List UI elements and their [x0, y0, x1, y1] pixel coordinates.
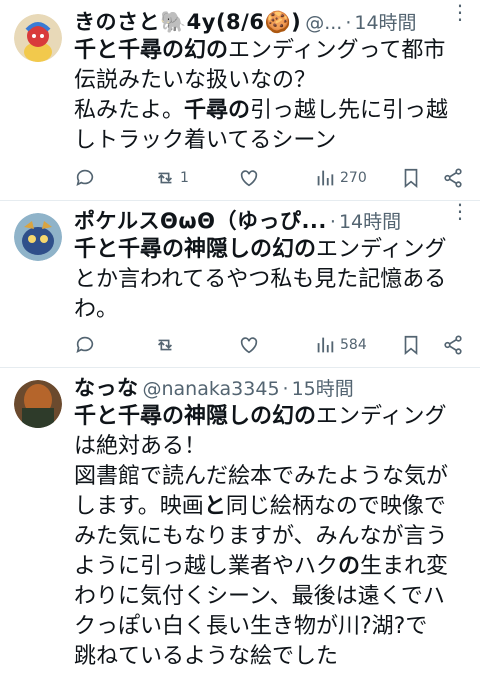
heart-icon: [240, 337, 258, 354]
like-button[interactable]: [238, 167, 314, 189]
tweet-text-line: わりに気付くシーン、最後は遠くでハ: [74, 582, 472, 612]
separator: ·: [329, 211, 336, 233]
tweet-text-line: わ。: [74, 295, 472, 325]
bold-text: 千尋の: [184, 98, 251, 123]
share-button[interactable]: [442, 334, 464, 356]
tweet-text-line: します。映画と同じ絵柄なので映像で: [74, 492, 472, 522]
avatar[interactable]: [14, 213, 62, 261]
retweet-icon: [157, 172, 173, 184]
views-icon: [317, 337, 334, 353]
views-count: 584: [340, 337, 367, 353]
views-icon: [317, 170, 334, 186]
timestamp[interactable]: 15時間: [292, 374, 354, 401]
views-count: 270: [340, 170, 367, 186]
like-button[interactable]: [238, 334, 314, 356]
text-segment: エンディング: [316, 404, 447, 429]
avatar[interactable]: [14, 380, 62, 428]
text-segment: 伝説みたいな扱いなの？: [74, 68, 317, 93]
share-button[interactable]: [442, 167, 464, 189]
bookmark-button[interactable]: [400, 167, 442, 189]
text-segment: しトラック着いてるシーン: [74, 128, 337, 153]
bookmark-icon: [404, 168, 418, 189]
text-segment: みた気にもなりますが、みんなが言う: [74, 524, 448, 549]
retweet-count: 1: [180, 170, 189, 186]
retweet-button[interactable]: 1: [154, 167, 238, 189]
tweet-text-line: しトラック着いてるシーン: [74, 126, 472, 156]
timestamp[interactable]: 14時間: [339, 207, 401, 234]
separator: ·: [282, 378, 289, 400]
more-icon[interactable]: ⋮: [450, 0, 470, 24]
text-segment: ように引っ越し業者やハク: [74, 554, 339, 579]
text-segment: 同じ絵柄なので映像で: [225, 494, 446, 519]
tweet-text-line: とか言われてるやつ私も見た記憶ある: [74, 265, 472, 295]
bold-text: の: [338, 554, 361, 579]
text-segment: 引っ越し先に引っ越: [250, 98, 449, 123]
views-button[interactable]: 270: [314, 167, 400, 189]
share-icon: [444, 168, 462, 188]
views-button[interactable]: 584: [314, 334, 400, 356]
tweet-text-line: 伝説みたいな扱いなの？: [74, 66, 472, 96]
tweet-text: 千と千尋の幻のエンディングって都市 伝説みたいな扱いなの？ 私みたよ。千尋の引っ越し…: [74, 36, 472, 156]
text-segment: とか言われてるやつ私も見た記憶ある: [74, 267, 447, 292]
text-segment: わ。: [74, 297, 119, 322]
tweet-text: 千と千尋の神隠しの幻のエンディング とか言われてるやつ私も見た記憶ある わ。: [74, 235, 472, 325]
bookmark-button[interactable]: [400, 334, 442, 356]
more-icon[interactable]: ⋮: [450, 199, 470, 223]
text-segment: エンディングって都市: [228, 38, 446, 63]
tweet-text-line: 跳ねているような絵でした: [74, 642, 472, 672]
tweet-text-line: は絶対ある！: [74, 432, 472, 462]
bookmark-icon: [404, 335, 418, 356]
text-segment: わりに気付くシーン、最後は遠くでハ: [74, 584, 445, 609]
tweet-text-line: ように引っ越し業者やハクの生まれ変: [74, 552, 472, 582]
text-segment: 生まれ変: [360, 554, 449, 579]
handle[interactable]: @nanaka3345: [143, 378, 280, 400]
tweet[interactable]: なっな @nanaka3345 · 15時間 千と千尋の神隠しの幻のエンディング…: [0, 368, 480, 682]
bold-text: 千と千尋の神隠しの幻の: [74, 237, 317, 262]
reply-button[interactable]: [74, 167, 154, 189]
text-segment: 私みたよ。: [74, 98, 185, 123]
display-name[interactable]: なっな: [74, 372, 139, 402]
tweet-text: 千と千尋の神隠しの幻のエンディング は絶対ある！ 図書館で読んだ絵本でみたような気が…: [74, 402, 472, 672]
bold-text: 千と千尋の幻の: [74, 38, 229, 63]
handle[interactable]: @...: [305, 12, 342, 34]
reply-button[interactable]: [74, 334, 154, 356]
text-segment: クっぽい白く長い生き物が川?湖?で: [74, 614, 428, 639]
reply-icon: [76, 169, 94, 186]
heart-icon: [240, 170, 258, 187]
tweet-text-line: 千と千尋の神隠しの幻のエンディング: [74, 402, 472, 432]
tweet-text-line: 千と千尋の幻のエンディングって都市: [74, 36, 472, 66]
share-icon: [444, 335, 462, 355]
text-segment: 跳ねているような絵でした: [74, 644, 339, 669]
tweet-text-line: 私みたよ。千尋の引っ越し先に引っ越: [74, 96, 472, 126]
action-bar: 1 270: [74, 166, 466, 190]
text-segment: は絶対ある！: [74, 434, 207, 459]
reply-icon: [76, 336, 94, 353]
bold-text: 千と千尋の神隠しの幻の: [74, 404, 317, 429]
display-name[interactable]: ポケルスΘωΘ（ゆっぴ...: [74, 205, 327, 235]
retweet-icon: [157, 339, 173, 351]
bold-text: と: [203, 494, 226, 519]
display-name[interactable]: きのさと🐘4y(8/6🍪): [74, 6, 301, 36]
tweet-text-line: 千と千尋の神隠しの幻のエンディング: [74, 235, 472, 265]
tweet-text-line: みた気にもなりますが、みんなが言う: [74, 522, 472, 552]
timestamp[interactable]: 14時間: [354, 8, 416, 35]
action-bar: 584: [74, 333, 466, 357]
text-segment: します。映画: [74, 494, 204, 519]
tweet[interactable]: ポケルスΘωΘ（ゆっぴ... · 14時間 ⋮ 千と千尋の神隠しの幻のエンディン…: [0, 199, 480, 368]
separator: ·: [345, 12, 352, 34]
avatar[interactable]: [14, 14, 62, 62]
tweet[interactable]: きのさと🐘4y(8/6🍪) @... · 14時間 ⋮ 千と千尋の幻のエンディン…: [0, 0, 480, 201]
text-segment: 図書館で読んだ絵本でみたような気が: [74, 464, 449, 489]
tweet-text-line: クっぽい白く長い生き物が川?湖?で: [74, 612, 472, 642]
tweet-text-line: 図書館で読んだ絵本でみたような気が: [74, 462, 472, 492]
retweet-button[interactable]: [154, 334, 238, 356]
text-segment: エンディング: [316, 237, 447, 262]
